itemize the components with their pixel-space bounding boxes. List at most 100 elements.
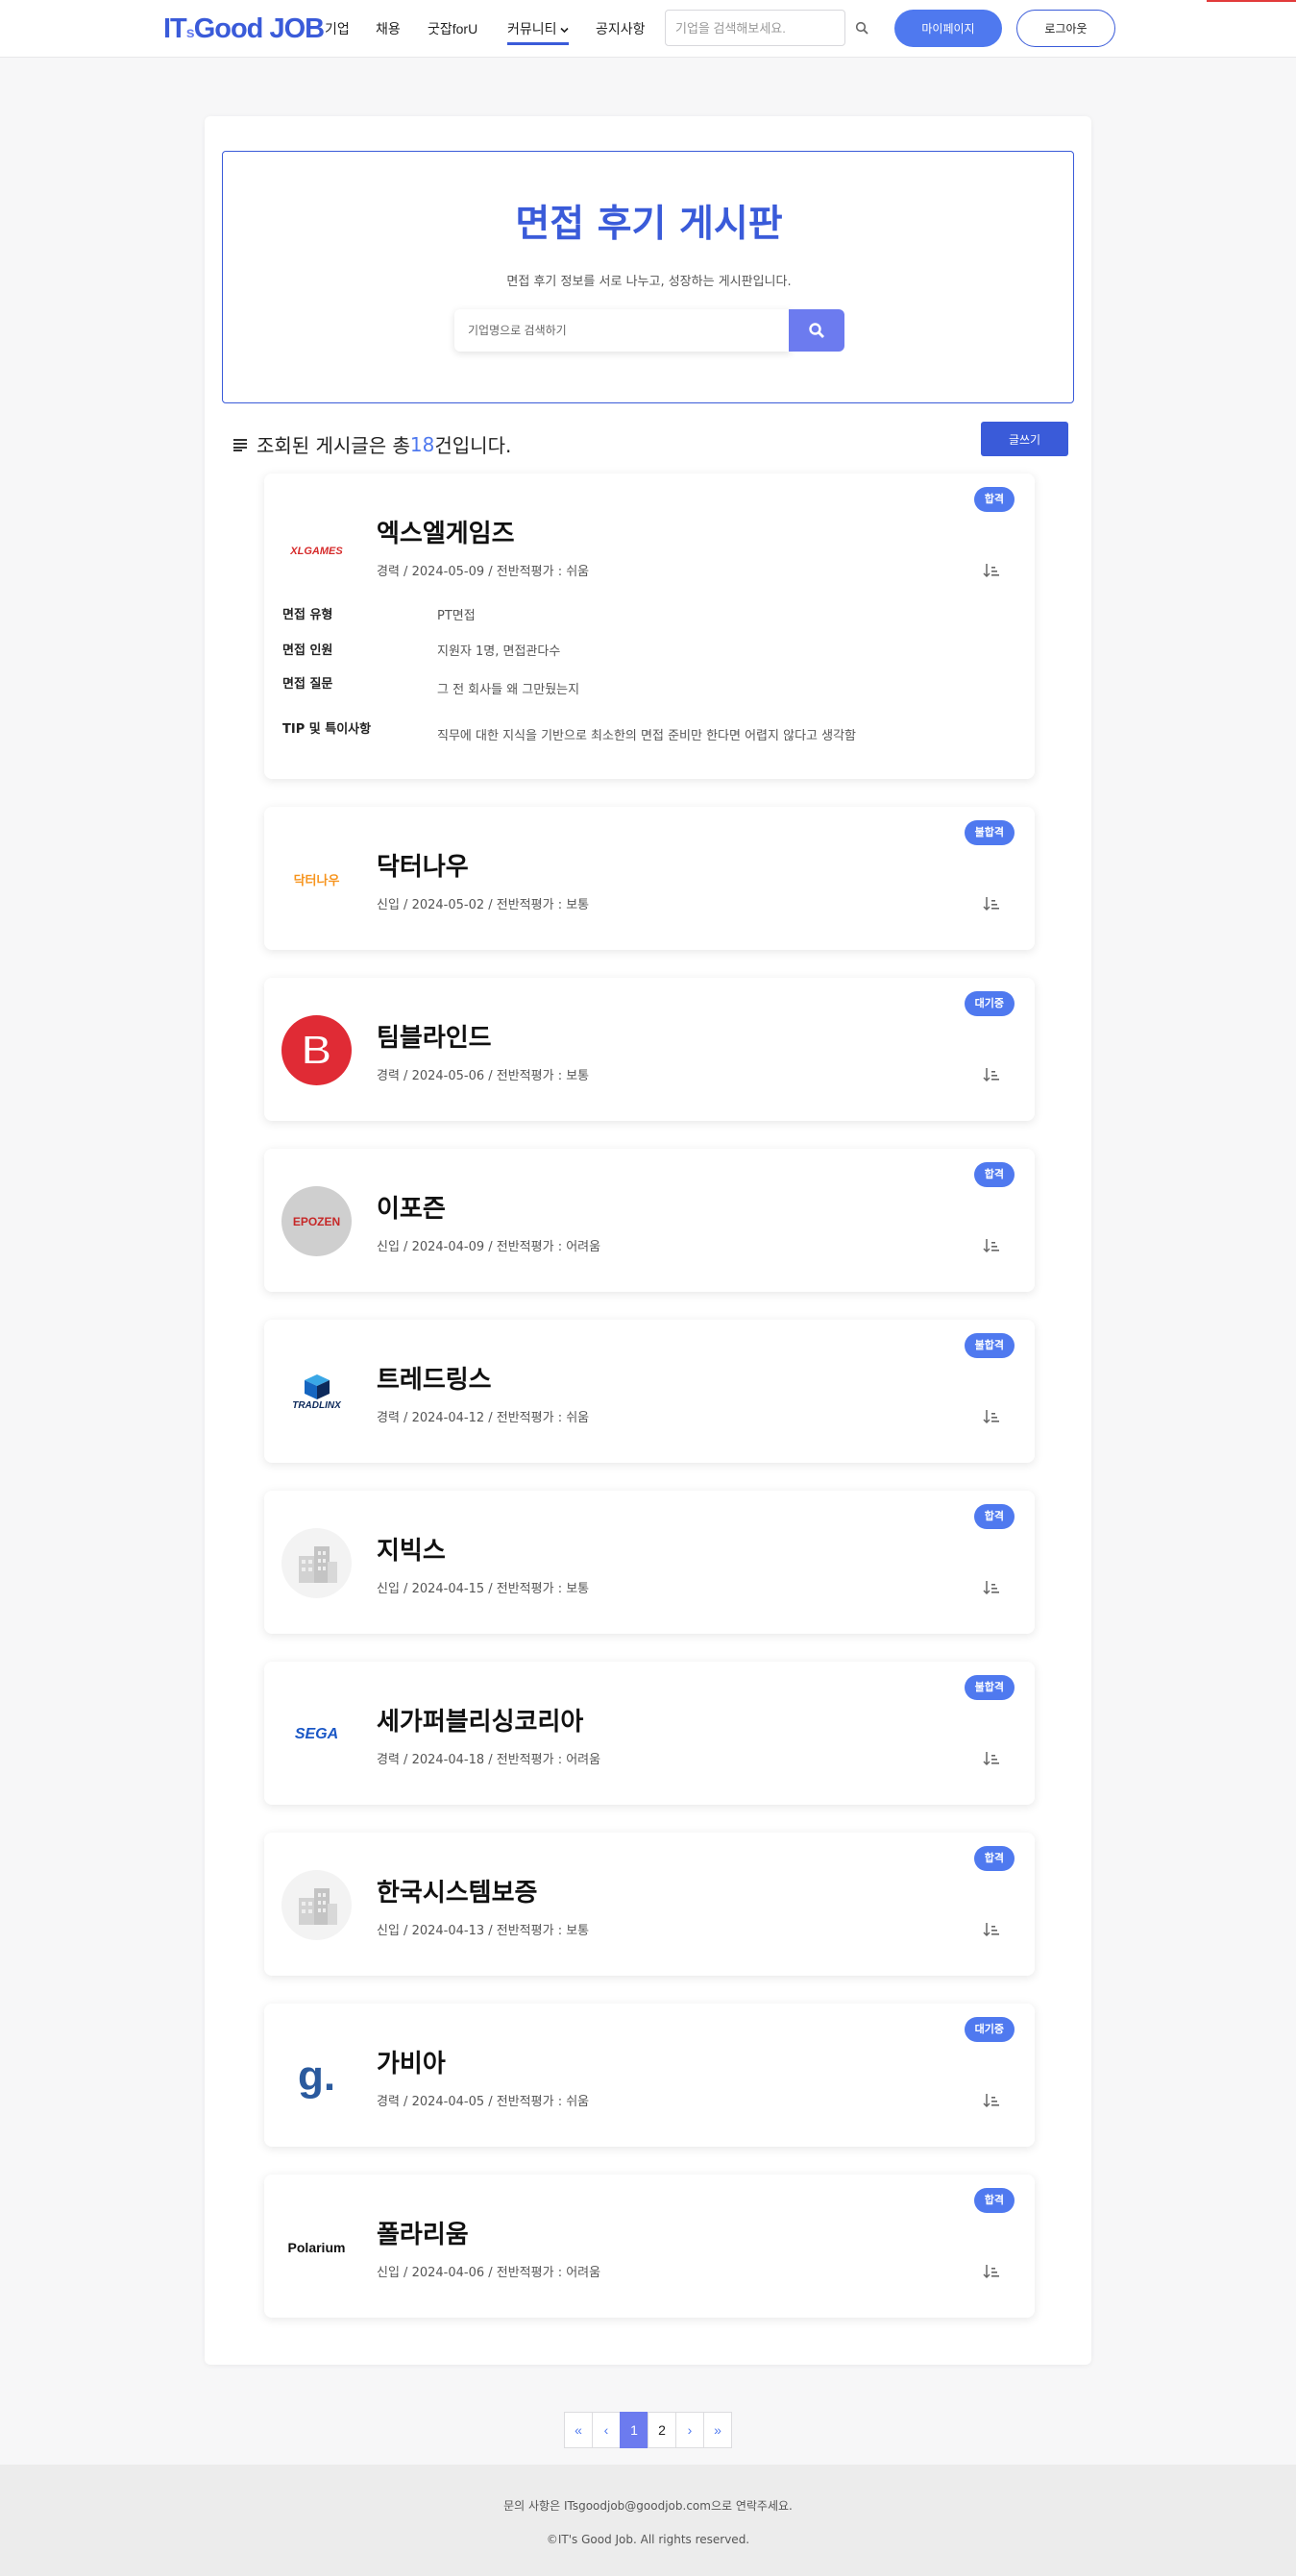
company-name[interactable]: 트레드링스 bbox=[377, 1360, 492, 1396]
logout-button[interactable]: 로그아웃 bbox=[1016, 10, 1115, 47]
company-name[interactable]: 닥터나우 bbox=[377, 847, 469, 883]
company-logo: EPOZEN bbox=[281, 1186, 352, 1256]
company-name[interactable]: 엑스엘게임즈 bbox=[377, 514, 515, 549]
company-name[interactable]: 가비아 bbox=[377, 2044, 446, 2079]
site-logo[interactable]: ITsGood JOB bbox=[163, 13, 325, 45]
prev-page-button[interactable]: ‹ bbox=[592, 2412, 621, 2448]
nav-goodjob-for-u[interactable]: 굿잡forU bbox=[428, 19, 477, 38]
company-logo bbox=[281, 1870, 352, 1940]
review-card[interactable]: 불합격 TRADLINX 트레드링스 경력 / 2024-04-12 / 전반적… bbox=[264, 1320, 1035, 1463]
result-count: 조회된 게시글은 총 18 건입니다. bbox=[233, 430, 511, 458]
next-page-button[interactable]: › bbox=[675, 2412, 704, 2448]
review-meta: 신입 / 2024-05-02 / 전반적평가 : 보통 bbox=[377, 898, 590, 912]
sort-down-icon[interactable] bbox=[983, 1922, 1000, 1937]
nav-notice[interactable]: 공지사항 bbox=[596, 19, 646, 38]
nav-community-label: 커뮤니티 bbox=[507, 21, 557, 36]
chevron-down-icon bbox=[559, 27, 569, 34]
company-logo-text: TRADLINX bbox=[292, 1400, 341, 1411]
review-card[interactable]: 불합격 닥터나우 닥터나우 신입 / 2024-05-02 / 전반적평가 : … bbox=[264, 807, 1035, 950]
search-icon bbox=[809, 323, 824, 338]
hero-search-button[interactable] bbox=[789, 309, 844, 352]
company-name[interactable]: 한국시스템보증 bbox=[377, 1873, 537, 1908]
last-page-button[interactable]: » bbox=[703, 2412, 732, 2448]
sort-down-icon[interactable] bbox=[983, 1409, 1000, 1424]
company-logo-text: B bbox=[301, 1026, 333, 1075]
building-icon bbox=[298, 1545, 337, 1583]
company-logo-text: Polarium bbox=[287, 2239, 346, 2255]
company-logo: B bbox=[281, 1015, 352, 1085]
page-title: 면접 후기 게시판 bbox=[515, 203, 783, 246]
review-card[interactable]: 합격 XLGAMES 엑스엘게임즈 경력 / 2024-05-09 / 전반적평… bbox=[264, 474, 1035, 779]
review-card[interactable]: 대기중 g. 가비아 경력 / 2024-04-05 / 전반적평가 : 쉬움 bbox=[264, 2004, 1035, 2147]
review-meta: 경력 / 2024-05-06 / 전반적평가 : 보통 bbox=[377, 1069, 590, 1083]
company-name[interactable]: 팀블라인드 bbox=[377, 1018, 492, 1054]
search-icon[interactable] bbox=[855, 21, 868, 35]
status-badge: 합격 bbox=[973, 1504, 1015, 1529]
sort-down-icon[interactable] bbox=[983, 1067, 1000, 1082]
review-meta: 신입 / 2024-04-13 / 전반적평가 : 보통 bbox=[377, 1924, 590, 1938]
company-logo: Polarium bbox=[281, 2212, 352, 2282]
status-badge: 대기중 bbox=[964, 991, 1015, 1016]
review-card[interactable]: 합격 Polarium 폴라리움 신입 / 2024-04-06 / 전반적평가… bbox=[264, 2175, 1035, 2318]
result-count-number: 18 bbox=[409, 432, 435, 456]
review-meta: 신입 / 2024-04-09 / 전반적평가 : 어려움 bbox=[377, 1240, 601, 1254]
sort-down-icon[interactable] bbox=[983, 2093, 1000, 2108]
company-search-input[interactable] bbox=[665, 10, 845, 46]
status-badge: 불합격 bbox=[964, 1675, 1015, 1700]
company-logo: 닥터나우 bbox=[281, 844, 352, 914]
sort-down-icon[interactable] bbox=[983, 1751, 1000, 1766]
interview-people-value: 지원자 1명, 면접관다수 bbox=[437, 644, 561, 659]
nav-jobs[interactable]: 채용 bbox=[376, 19, 401, 38]
review-card[interactable]: 대기중 B 팀블라인드 경력 / 2024-05-06 / 전반적평가 : 보통 bbox=[264, 978, 1035, 1121]
interview-type-label: 면접 유형 bbox=[282, 608, 333, 622]
top-navigation-bar: ITsGood JOB 기업 채용 굿잡forU 커뮤니티 공지사항 마이페이지… bbox=[0, 0, 1296, 58]
review-card[interactable]: 합격 한국시스템보증 신입 / 2024-04-13 / 전반적평가 : 보통 bbox=[264, 1833, 1035, 1976]
review-meta: 경력 / 2024-04-18 / 전반적평가 : 어려움 bbox=[377, 1753, 601, 1767]
footer-contact: 문의 사항은 ITsgoodjob@goodjob.com으로 연락주세요. bbox=[503, 2499, 793, 2513]
pagination: « ‹ 1 2 › » bbox=[564, 2412, 732, 2448]
status-badge: 대기중 bbox=[964, 2017, 1015, 2042]
company-name[interactable]: 이포즌 bbox=[377, 1189, 446, 1225]
nav-companies[interactable]: 기업 bbox=[325, 19, 350, 38]
company-logo-text: EPOZEN bbox=[292, 1214, 341, 1228]
list-icon bbox=[233, 438, 247, 451]
sort-down-icon[interactable] bbox=[983, 896, 1000, 911]
interview-people-label: 면접 인원 bbox=[282, 644, 333, 658]
status-badge: 합격 bbox=[973, 2188, 1015, 2213]
accent-line bbox=[1207, 0, 1296, 2]
review-meta: 경력 / 2024-04-12 / 전반적평가 : 쉬움 bbox=[377, 1411, 590, 1425]
interview-type-value: PT면접 bbox=[437, 609, 476, 623]
company-name[interactable]: 세가퍼블리싱코리아 bbox=[377, 1702, 583, 1738]
review-meta: 신입 / 2024-04-06 / 전반적평가 : 어려움 bbox=[377, 2266, 601, 2280]
company-logo-text: XLGAMES bbox=[290, 545, 343, 557]
status-badge: 합격 bbox=[973, 487, 1015, 512]
company-name[interactable]: 지빅스 bbox=[377, 1531, 446, 1567]
sort-down-icon[interactable] bbox=[983, 2264, 1000, 2279]
review-card[interactable]: 불합격 SEGA 세가퍼블리싱코리아 경력 / 2024-04-18 / 전반적… bbox=[264, 1662, 1035, 1805]
company-logo: XLGAMES bbox=[281, 516, 352, 586]
footer-copyright: ©IT's Good Job. All rights reserved. bbox=[546, 2533, 750, 2546]
review-card[interactable]: 합격 EPOZEN 이포즌 신입 / 2024-04-09 / 전반적평가 : … bbox=[264, 1149, 1035, 1292]
review-card[interactable]: 합격 지빅스 신입 / 2024-04-15 / 전반적평가 : 보통 bbox=[264, 1491, 1035, 1634]
company-logo: g. bbox=[281, 2041, 352, 2111]
building-icon bbox=[298, 1887, 337, 1925]
first-page-button[interactable]: « bbox=[564, 2412, 593, 2448]
mypage-button[interactable]: 마이페이지 bbox=[894, 10, 1002, 47]
nav-community[interactable]: 커뮤니티 bbox=[507, 19, 569, 45]
company-name[interactable]: 폴라리움 bbox=[377, 2215, 469, 2250]
company-name-search-input[interactable] bbox=[454, 309, 791, 352]
company-logo-text: 닥터나우 bbox=[293, 874, 340, 888]
sort-down-icon[interactable] bbox=[983, 1238, 1000, 1253]
status-badge: 불합격 bbox=[964, 820, 1015, 845]
status-badge: 합격 bbox=[973, 1162, 1015, 1187]
page-button-1[interactable]: 1 bbox=[620, 2412, 648, 2448]
page-button-2[interactable]: 2 bbox=[648, 2412, 676, 2448]
page-subtitle: 면접 후기 정보를 서로 나누고, 성장하는 게시판입니다. bbox=[506, 275, 792, 289]
company-logo-text: g. bbox=[297, 2052, 336, 2100]
sort-down-icon[interactable] bbox=[983, 1580, 1000, 1595]
write-post-button[interactable]: 글쓰기 bbox=[981, 422, 1068, 456]
sort-down-icon[interactable] bbox=[983, 563, 1000, 578]
review-meta: 신입 / 2024-04-15 / 전반적평가 : 보통 bbox=[377, 1582, 590, 1596]
result-count-suffix: 건입니다. bbox=[434, 434, 512, 457]
cube-logo-icon bbox=[304, 1374, 330, 1399]
